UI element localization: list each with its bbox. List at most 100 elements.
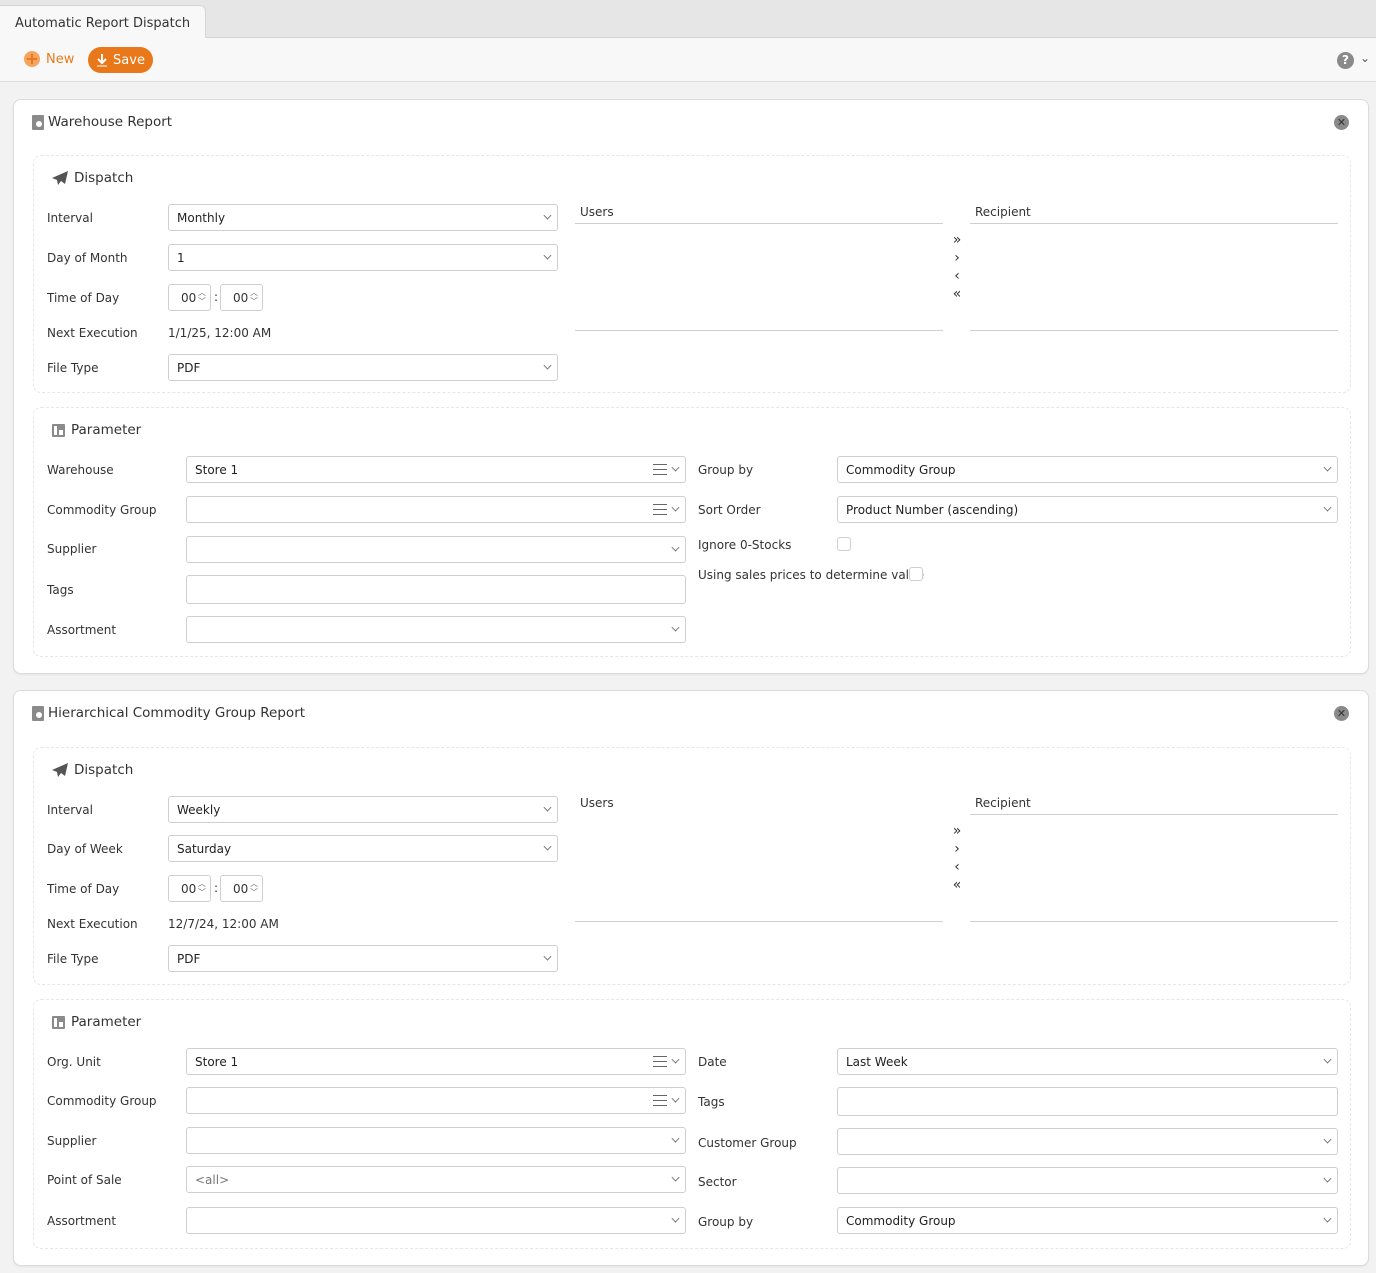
minute-stepper[interactable]: 00 ︿ ﹀ — [220, 875, 263, 902]
close-report-button[interactable]: ✕ — [1334, 706, 1349, 721]
stepper-arrows-icon[interactable]: ︿ ﹀ — [198, 879, 206, 897]
parameter-icon — [52, 423, 65, 437]
card-title: Warehouse Report — [32, 114, 172, 130]
help-chevron-down-icon[interactable]: ⌄ — [1360, 51, 1370, 65]
chevron-down-icon — [671, 463, 680, 472]
recipient-header: Recipient — [975, 205, 1031, 219]
chevron-down-icon — [543, 211, 552, 220]
file-type-select[interactable]: PDF — [168, 354, 558, 381]
report-title: Hierarchical Commodity Group Report — [48, 705, 306, 721]
help-icon[interactable]: ? — [1337, 52, 1354, 69]
hour-stepper[interactable]: 00 ︿ ﹀ — [168, 284, 211, 311]
sort-order-select[interactable]: Product Number (ascending) — [837, 496, 1338, 523]
point-of-sale-select[interactable]: <all> — [186, 1166, 686, 1193]
list-icon[interactable] — [653, 504, 667, 515]
dispatch-section: Dispatch Interval Monthly Day of Month 1… — [33, 155, 1351, 393]
hour-value: 00 — [181, 291, 197, 305]
tab-automatic-report-dispatch[interactable]: Automatic Report Dispatch — [0, 5, 206, 39]
move-all-right-icon[interactable]: » — [950, 231, 964, 249]
stepper-arrows-icon[interactable]: ︿ ﹀ — [250, 879, 258, 897]
customer-group-select[interactable] — [837, 1128, 1338, 1155]
users-list[interactable] — [575, 814, 943, 922]
minute-value: 00 — [233, 882, 249, 896]
parameter-icon — [52, 1015, 65, 1029]
chevron-down-icon — [671, 1173, 680, 1182]
sector-select[interactable] — [837, 1167, 1338, 1194]
commodity-group-label: Commodity Group — [47, 1094, 157, 1108]
move-all-left-icon[interactable]: « — [950, 285, 964, 303]
commodity-group-select[interactable] — [186, 496, 686, 523]
paper-plane-icon — [52, 171, 68, 185]
interval-label: Interval — [47, 211, 93, 225]
recipient-list[interactable] — [970, 223, 1338, 331]
tags-input[interactable] — [186, 575, 686, 604]
save-button[interactable]: Save — [88, 47, 153, 73]
point-of-sale-label: Point of Sale — [47, 1173, 122, 1187]
supplier-select[interactable] — [186, 536, 686, 563]
tags-label: Tags — [698, 1095, 725, 1109]
date-value: Last Week — [846, 1055, 908, 1069]
interval-value: Weekly — [177, 803, 221, 817]
assortment-select[interactable] — [186, 616, 686, 643]
card-title: Hierarchical Commodity Group Report — [32, 705, 305, 721]
tags-input[interactable] — [837, 1087, 1338, 1116]
ignore-zero-stocks-label: Ignore 0-Stocks — [698, 538, 792, 552]
move-all-right-icon[interactable]: » — [950, 822, 964, 840]
tags-label: Tags — [47, 583, 74, 597]
interval-select[interactable]: Weekly — [168, 796, 558, 823]
org-unit-select[interactable]: Store 1 — [186, 1048, 686, 1075]
new-button[interactable]: New — [24, 51, 74, 67]
ignore-zero-stocks-checkbox[interactable] — [837, 537, 851, 551]
parameter-title-text: Parameter — [71, 422, 142, 438]
group-by-label: Group by — [698, 1215, 754, 1229]
plus-icon — [24, 51, 40, 67]
warehouse-report-card: Warehouse Report ✕ Dispatch Interval Mon… — [13, 99, 1369, 674]
supplier-select[interactable] — [186, 1127, 686, 1154]
commodity-group-select[interactable] — [186, 1087, 686, 1114]
users-list[interactable] — [575, 223, 943, 331]
sales-prices-checkbox[interactable] — [909, 567, 923, 581]
report-title: Warehouse Report — [48, 114, 173, 130]
close-report-button[interactable]: ✕ — [1334, 115, 1349, 130]
warehouse-label: Warehouse — [47, 463, 114, 477]
assortment-select[interactable] — [186, 1207, 686, 1234]
day-of-week-select[interactable]: Saturday — [168, 835, 558, 862]
hierarchical-commodity-group-report-card: Hierarchical Commodity Group Report ✕ Di… — [13, 690, 1369, 1266]
list-icon[interactable] — [653, 1095, 667, 1106]
group-by-select[interactable]: Commodity Group — [837, 1207, 1338, 1234]
file-type-select[interactable]: PDF — [168, 945, 558, 972]
day-of-week-label: Day of Week — [47, 842, 123, 856]
minute-stepper[interactable]: 00 ︿ ﹀ — [220, 284, 263, 311]
move-right-icon[interactable]: › — [950, 840, 964, 858]
hour-stepper[interactable]: 00 ︿ ﹀ — [168, 875, 211, 902]
chevron-down-icon — [1323, 1135, 1332, 1144]
time-of-day-label: Time of Day — [47, 882, 120, 896]
day-of-week-value: Saturday — [177, 842, 232, 856]
move-left-icon[interactable]: ‹ — [950, 858, 964, 876]
day-of-month-select[interactable]: 1 — [168, 244, 558, 271]
chevron-down-icon — [543, 842, 552, 851]
dispatch-section: Dispatch Interval Weekly Day of Week Sat… — [33, 747, 1351, 985]
warehouse-select[interactable]: Store 1 — [186, 456, 686, 483]
day-of-month-label: Day of Month — [47, 251, 128, 265]
move-left-icon[interactable]: ‹ — [950, 267, 964, 285]
group-by-select[interactable]: Commodity Group — [837, 456, 1338, 483]
recipient-list[interactable] — [970, 814, 1338, 922]
interval-label: Interval — [47, 803, 93, 817]
interval-select[interactable]: Monthly — [168, 204, 558, 231]
stepper-arrows-icon[interactable]: ︿ ﹀ — [250, 288, 258, 306]
org-unit-label: Org. Unit — [47, 1055, 101, 1069]
day-of-month-value: 1 — [177, 251, 185, 265]
file-type-label: File Type — [47, 361, 99, 375]
group-by-value: Commodity Group — [846, 1214, 956, 1228]
stepper-arrows-icon[interactable]: ︿ ﹀ — [198, 288, 206, 306]
dispatch-title-text: Dispatch — [74, 170, 134, 186]
list-icon[interactable] — [653, 464, 667, 475]
list-icon[interactable] — [653, 1056, 667, 1067]
chevron-down-icon — [671, 623, 680, 632]
file-type-label: File Type — [47, 952, 99, 966]
date-select[interactable]: Last Week — [837, 1048, 1338, 1075]
dispatch-title: Dispatch — [52, 170, 133, 186]
move-right-icon[interactable]: › — [950, 249, 964, 267]
move-all-left-icon[interactable]: « — [950, 876, 964, 894]
